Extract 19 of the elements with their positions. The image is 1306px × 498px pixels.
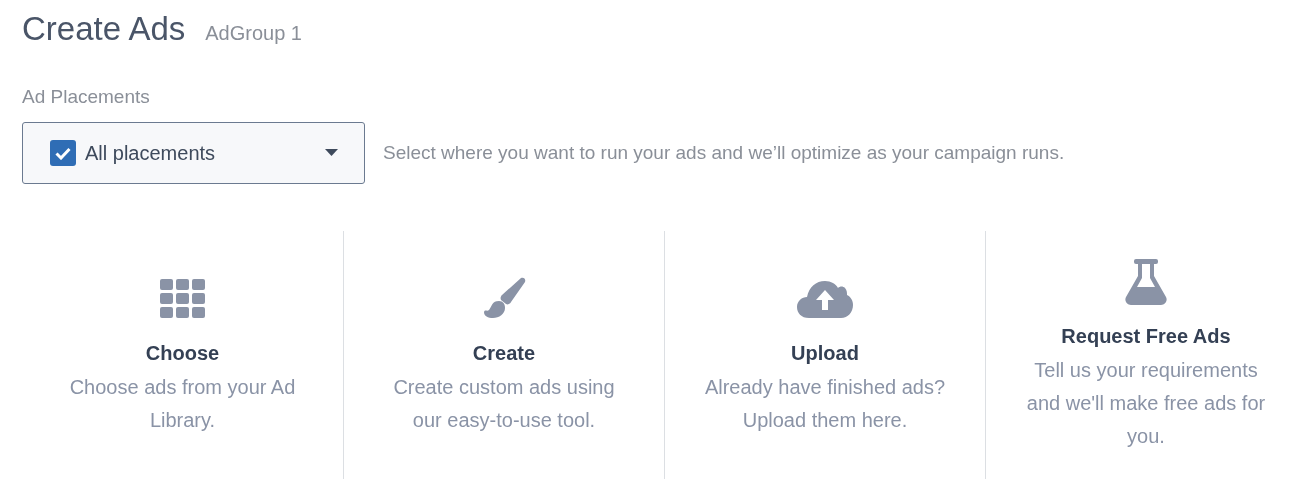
grid-icon [159, 278, 206, 319]
checkmark-icon [55, 146, 71, 160]
option-description: Tell us your requirements and we'll make free ads for you. [1025, 358, 1267, 449]
option-title[interactable]: Upload [791, 341, 859, 365]
placement-hint: Select where you want to run your ads and we’ll optimize as your campaign runs. [383, 142, 1065, 164]
cloud-upload-icon [796, 278, 854, 319]
option-title[interactable]: Choose [145, 341, 220, 365]
section-label: Ad Placements [22, 86, 150, 108]
flask-icon [1125, 259, 1167, 305]
option-title[interactable]: Create [472, 341, 536, 365]
page-title: Create Ads [22, 10, 186, 48]
option-title[interactable]: Request Free Ads [1061, 325, 1231, 348]
ad-group-name: AdGroup 1 [205, 22, 302, 45]
caret-icon [325, 149, 338, 157]
option-description: Choose ads from your Ad Library. [68, 374, 297, 433]
placement-dropdown[interactable]: All placements [22, 122, 365, 184]
option-description: Already have finished ads? Upload them here. [703, 374, 947, 433]
checkbox[interactable] [50, 140, 76, 166]
option-description: Create custom ads using our easy-to-use tool. [392, 374, 616, 433]
